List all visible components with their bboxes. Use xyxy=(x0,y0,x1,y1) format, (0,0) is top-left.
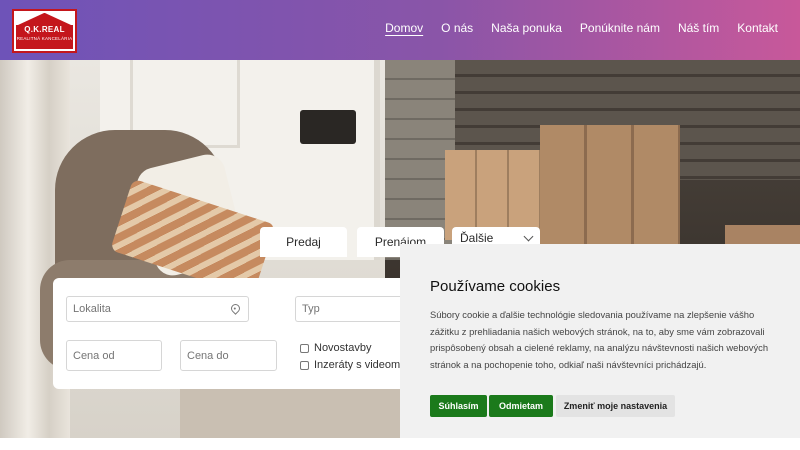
accept-cookies-button[interactable]: Súhlasím xyxy=(430,395,487,417)
cookie-settings-button[interactable]: Zmeniť moje nastavenia xyxy=(556,395,675,417)
cena-od-placeholder: Cena od xyxy=(73,349,115,362)
nav-item-o-nas[interactable]: O nás xyxy=(441,21,473,35)
nav-item-nas-tim[interactable]: Náš tím xyxy=(678,21,719,35)
search-panel: Lokalita Typ Cena od Cena do Novostavby … xyxy=(53,278,413,389)
map-pin-icon xyxy=(229,302,242,315)
reject-cookies-button[interactable]: Odmietam xyxy=(489,395,553,417)
video-checkbox[interactable]: Inzeráty s videom xyxy=(300,359,400,371)
hero-wooden-crate xyxy=(540,125,680,245)
video-label: Inzeráty s videom xyxy=(314,359,401,371)
nav-item-nasa-ponuka[interactable]: Naša ponuka xyxy=(491,21,562,35)
cookie-banner: Používame cookies Súbory cookie a ďalšie… xyxy=(400,244,800,438)
typ-placeholder: Typ xyxy=(302,303,320,315)
novostavby-checkbox[interactable]: Novostavby xyxy=(300,342,371,354)
logo-name: Q.K.REAL xyxy=(24,25,65,34)
cena-do-input[interactable]: Cena do xyxy=(180,340,277,371)
cena-od-input[interactable]: Cena od xyxy=(66,340,162,371)
hero-bench xyxy=(725,225,800,245)
company-logo[interactable]: Q.K.REAL REALITNÁ KANCELÁRIA xyxy=(12,9,77,53)
site-header: Q.K.REAL REALITNÁ KANCELÁRIA Domov O nás… xyxy=(0,0,800,60)
main-nav: Domov O nás Naša ponuka Ponúknite nám Ná… xyxy=(385,21,778,35)
page-bottom-strip xyxy=(0,438,800,450)
novostavby-label: Novostavby xyxy=(314,342,372,354)
tab-predaj[interactable]: Predaj xyxy=(260,227,347,257)
tab-more-label: Ďalšie xyxy=(460,231,494,245)
lokalita-placeholder: Lokalita xyxy=(73,303,111,315)
typ-select[interactable]: Typ xyxy=(295,296,413,322)
cookie-text: Súbory cookie a ďalšie technológie sledo… xyxy=(430,309,769,370)
lokalita-input[interactable]: Lokalita xyxy=(66,296,249,322)
checkbox-box[interactable] xyxy=(300,343,309,353)
nav-item-ponuknite-nam[interactable]: Ponúknite nám xyxy=(580,21,660,35)
nav-item-kontakt[interactable]: Kontakt xyxy=(737,21,778,35)
logo-tagline: REALITNÁ KANCELÁRIA xyxy=(16,36,73,41)
cena-do-placeholder: Cena do xyxy=(187,349,229,362)
chevron-down-icon xyxy=(523,231,534,241)
nav-item-domov[interactable]: Domov xyxy=(385,21,423,35)
checkbox-box[interactable] xyxy=(300,360,309,370)
cookie-title: Používame cookies xyxy=(430,278,561,295)
logo-roof-shape xyxy=(18,13,71,25)
hero-door-lock xyxy=(300,110,356,144)
